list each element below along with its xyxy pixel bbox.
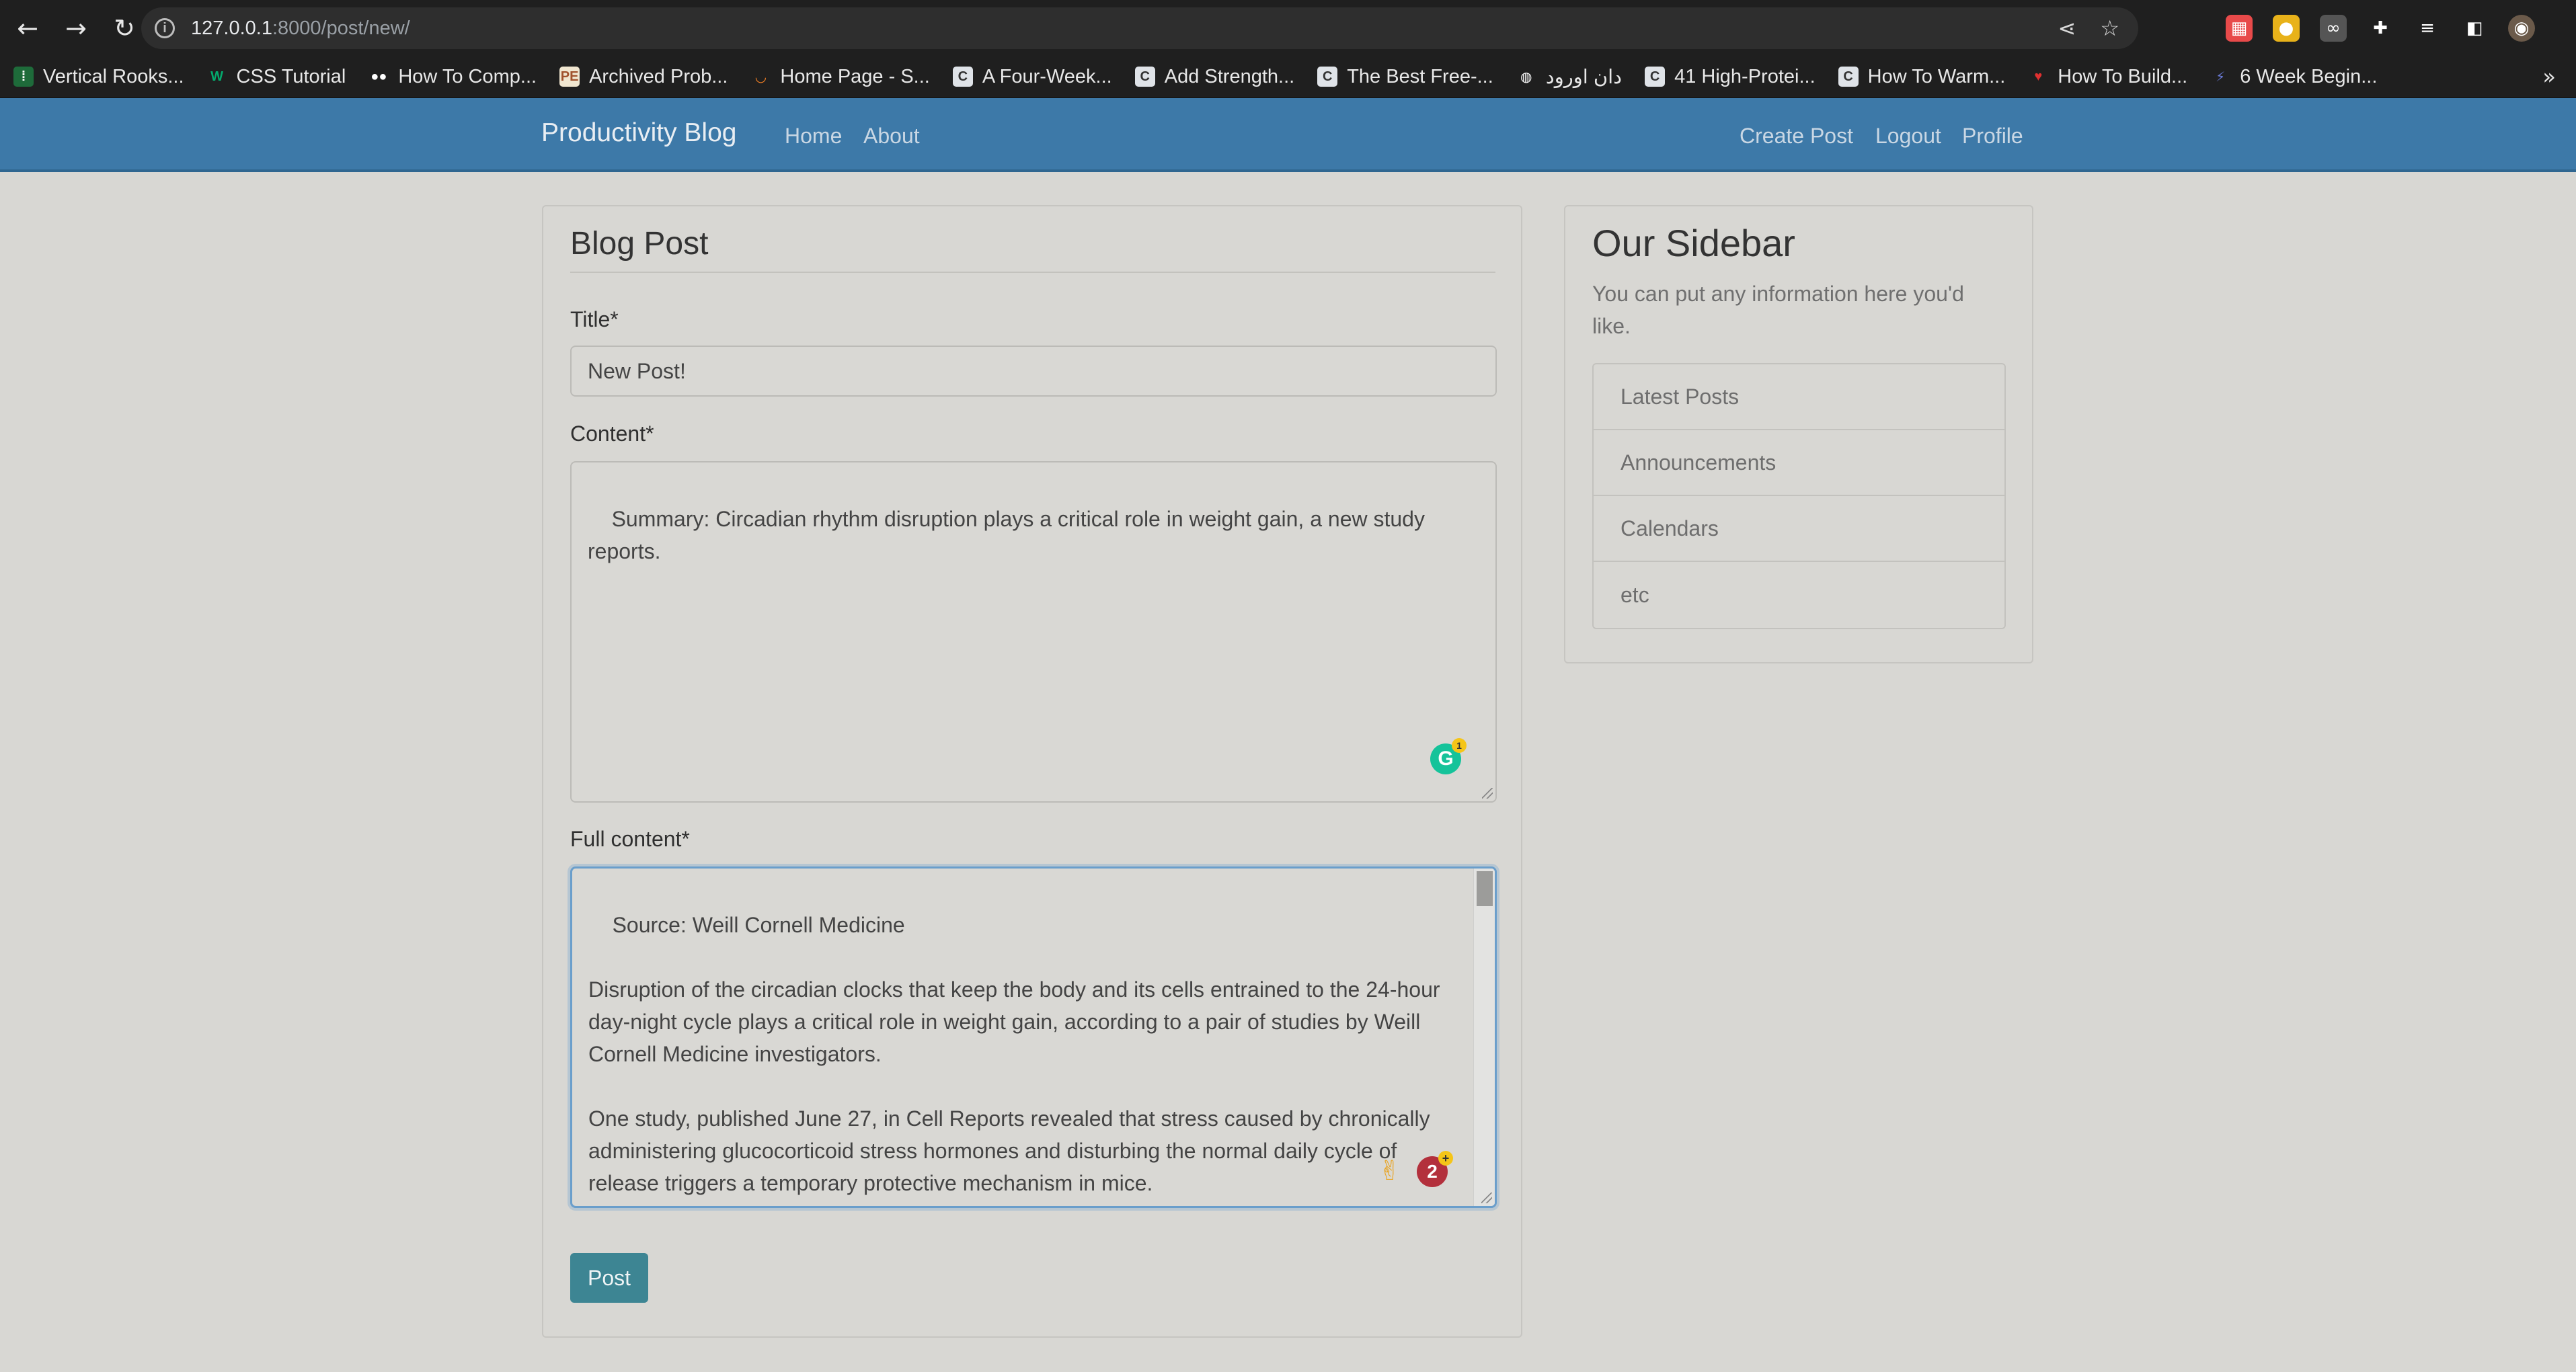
stackoverflow-icon: ◡ — [755, 69, 767, 85]
bookmark-item[interactable]: C The Best Free-... — [1317, 66, 1493, 88]
bookmark-label: دان اورود — [1545, 66, 1623, 88]
c-icon: C — [1134, 67, 1155, 87]
bookmark-item[interactable]: ⁞ Vertical Rooks... — [13, 66, 184, 88]
bookmark-label: 41 High-Protei... — [1674, 65, 1816, 87]
grammarly-badge: 1 — [1452, 738, 1467, 753]
grammarly-icon[interactable]: G1 — [1430, 738, 1467, 774]
url-text[interactable]: 127.0.0.1:8000/post/new/ — [191, 17, 410, 40]
resize-handle[interactable] — [1481, 1193, 1492, 1203]
sidebar-item-announcements[interactable]: Announcements — [1594, 430, 2004, 496]
omnibox-actions: ⋖ ☆ — [2058, 7, 2139, 49]
alert-count-badge[interactable]: 2 + — [1417, 1151, 1453, 1187]
medium-icon: ●● — [370, 69, 387, 84]
sidebar-item-etc[interactable]: etc — [1594, 562, 2004, 628]
content-text: Summary: Circadian rhythm disruption pla… — [588, 507, 1431, 563]
full-content-text: Source: Weill Cornell Medicine Disruptio… — [588, 913, 1440, 1195]
bookmark-item[interactable]: ◡ Home Page - S... — [750, 65, 930, 88]
c-icon: C — [1645, 67, 1666, 87]
bookmark-label: How To Warm... — [1867, 65, 2006, 87]
bookmark-item[interactable]: W CSS Tutorial — [207, 66, 346, 88]
c-icon: C — [1317, 67, 1338, 87]
title-label: Title* — [570, 307, 619, 331]
form-heading: Blog Post — [570, 225, 1495, 273]
extensions-area: ▦ ● ∞ ✚ ≡ ◧ ◉ — [2226, 12, 2535, 44]
puzzle-icon[interactable]: ✚ — [2367, 15, 2394, 42]
nav-about[interactable]: About — [863, 124, 920, 149]
full-content-textarea[interactable]: Source: Weill Cornell Medicine Disruptio… — [570, 866, 1497, 1208]
bookmark-label: Vertical Rooks... — [43, 65, 184, 87]
sidebar-title: Our Sidebar — [1592, 222, 1795, 264]
bookmark-label: How To Comp... — [398, 65, 537, 87]
extension-glasses-icon[interactable]: ∞ — [2320, 15, 2347, 42]
bookmark-item[interactable]: PE Archived Prob... — [559, 66, 728, 88]
nav-create-post[interactable]: Create Post — [1740, 124, 1853, 149]
reload-icon[interactable]: ↻ — [104, 7, 145, 49]
content-label: Content* — [570, 421, 654, 446]
content-textarea[interactable]: Summary: Circadian rhythm disruption pla… — [570, 461, 1497, 803]
extension-yellow-icon[interactable]: ● — [2273, 15, 2300, 42]
back-icon[interactable]: ← — [7, 7, 48, 49]
nav-home[interactable]: Home — [785, 124, 842, 149]
share-icon[interactable]: ⋖ — [2058, 15, 2076, 41]
globe-icon: ◍ — [1520, 69, 1532, 85]
url-path: :8000/post/new/ — [272, 17, 410, 39]
bookmarks-bar: ⁞ Vertical Rooks... W CSS Tutorial ●● How T… — [0, 56, 2576, 98]
nav-logout[interactable]: Logout — [1875, 124, 1941, 149]
browser-toolbar: ← → ↻ i 127.0.0.1:8000/post/new/ ⋖ ☆ ▦ ●… — [0, 0, 2576, 56]
bookmark-item[interactable]: ♥ How To Build... — [2028, 66, 2187, 88]
address-bar[interactable]: i 127.0.0.1:8000/post/new/ ⋖ ☆ — [141, 7, 2138, 49]
bookmark-label: How To Build... — [2058, 65, 2188, 87]
full-content-label: Full content* — [570, 827, 690, 851]
chevron-right-icon[interactable]: » — [2542, 64, 2556, 89]
resize-handle[interactable] — [1482, 788, 1493, 799]
sidebar-item-calendars[interactable]: Calendars — [1594, 496, 2004, 562]
scrollbar-thumb[interactable] — [1477, 871, 1493, 906]
bookmark-item[interactable]: ◍ دان اورود — [1516, 65, 1622, 89]
forward-icon[interactable]: → — [55, 7, 97, 49]
runner-icon: ⚡ — [2216, 69, 2226, 85]
site-info-icon[interactable]: i — [155, 18, 175, 38]
brand-link[interactable]: Productivity Blog — [541, 118, 736, 148]
sidebar: Our Sidebar You can put any information … — [1564, 205, 2033, 663]
sidebar-text: You can put any information here you'd l… — [1592, 282, 1964, 338]
title-input[interactable]: New Post! — [570, 346, 1497, 397]
bookmark-item[interactable]: ⚡ 6 Week Begin... — [2210, 66, 2377, 88]
bookmark-label: CSS Tutorial — [236, 65, 346, 87]
bookmark-item[interactable]: C Add Strength... — [1134, 65, 1295, 88]
url-host: 127.0.0.1 — [191, 17, 272, 39]
c-icon: C — [952, 67, 973, 87]
sidebar-item-latest-posts[interactable]: Latest Posts — [1594, 364, 2004, 430]
sidebar-list: Latest Posts Announcements Calendars etc — [1592, 363, 2006, 629]
bookmark-item[interactable]: ●● How To Comp... — [368, 66, 537, 88]
extension-red-icon[interactable]: ▦ — [2226, 15, 2253, 42]
nav-profile[interactable]: Profile — [1962, 124, 2023, 149]
reading-list-icon[interactable]: ≡ — [2414, 15, 2441, 42]
w3-icon: W — [210, 69, 223, 84]
star-icon[interactable]: ☆ — [2100, 15, 2119, 41]
bookmark-label: A Four-Week... — [982, 65, 1112, 87]
post-form-card: Blog Post Title* New Post! Content* Summ… — [542, 205, 1522, 1338]
bookmark-label: Home Page - S... — [780, 65, 930, 87]
bookmark-item[interactable]: C 41 High-Protei... — [1645, 66, 1816, 88]
site-navbar: Productivity Blog Home About Create Post… — [0, 98, 2576, 172]
bookmark-label: Archived Prob... — [589, 65, 728, 87]
side-panel-icon[interactable]: ◧ — [2461, 15, 2488, 42]
plus-icon: + — [1438, 1151, 1453, 1166]
pe-icon: PE — [559, 67, 580, 87]
profile-avatar-icon[interactable]: ◉ — [2508, 15, 2535, 42]
victory-hand-icon[interactable]: ✌ — [1378, 1155, 1401, 1187]
bookmark-label: The Best Free-... — [1347, 65, 1493, 87]
textarea-scrollbar[interactable] — [1473, 869, 1495, 1206]
post-button[interactable]: Post — [570, 1253, 648, 1303]
bookmark-item[interactable]: C A Four-Week... — [952, 65, 1112, 88]
kebab-icon: ⁞ — [13, 67, 34, 87]
alert-count: 2 — [1427, 1161, 1438, 1182]
c-icon: C — [1838, 67, 1859, 87]
heart-icon: ♥ — [2034, 69, 2043, 84]
bookmark-item[interactable]: C How To Warm... — [1838, 65, 2006, 88]
bookmark-label: Add Strength... — [1164, 65, 1295, 87]
bookmark-label: 6 Week Begin... — [2240, 65, 2378, 87]
